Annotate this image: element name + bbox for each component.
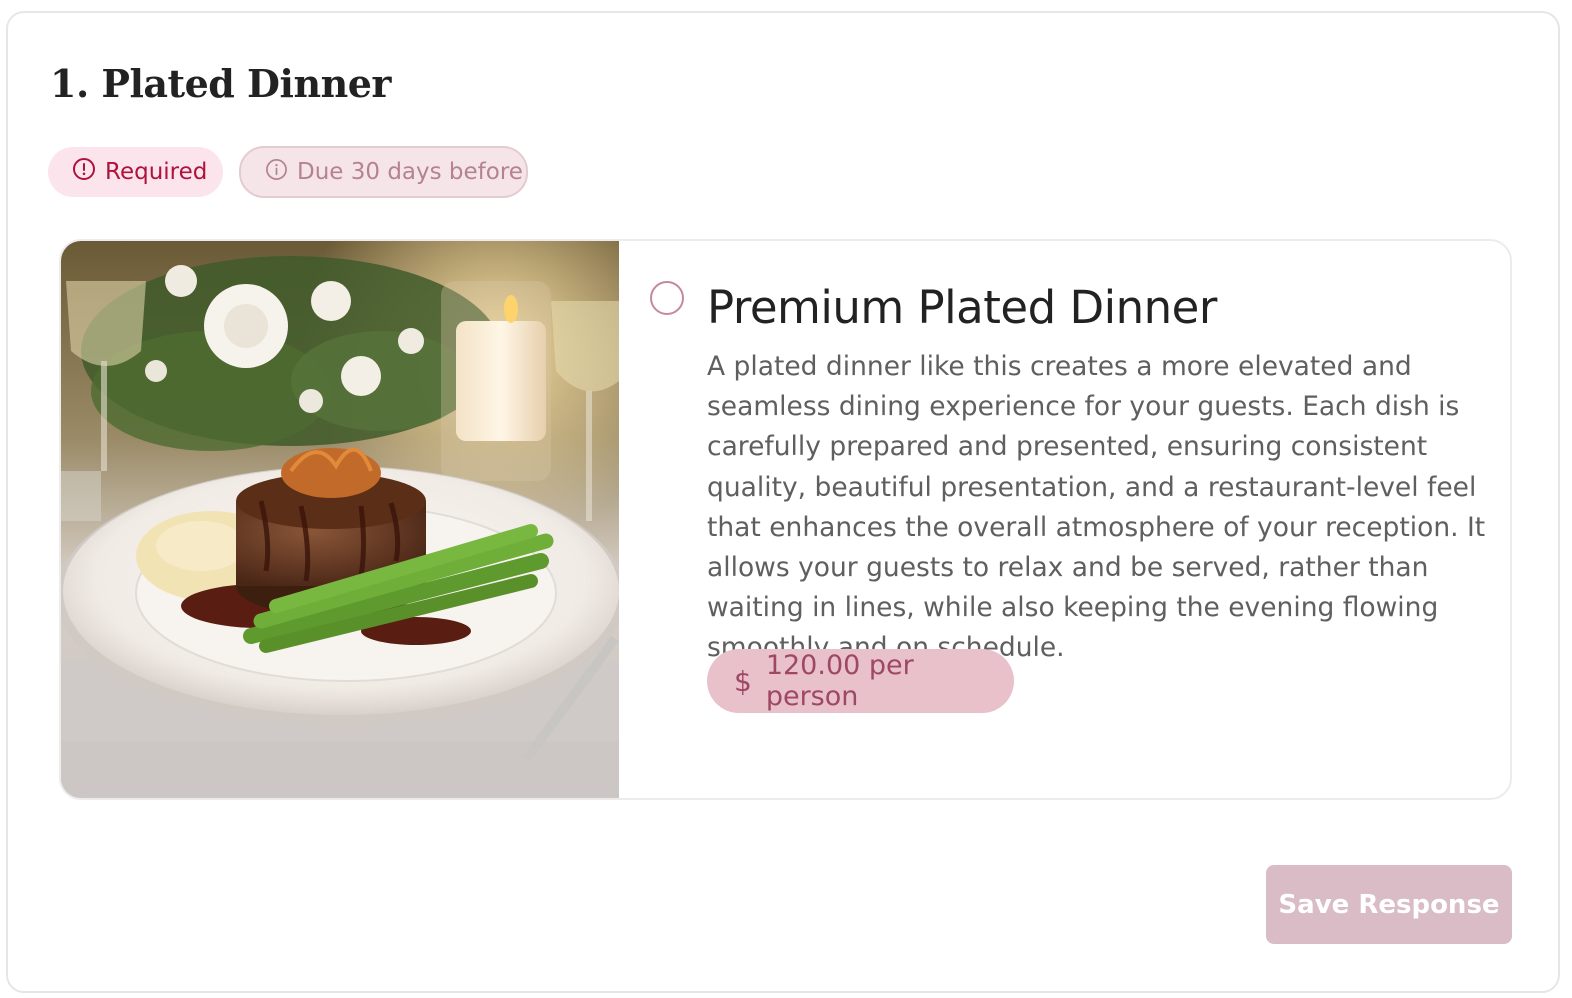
save-response-button[interactable]: Save Response — [1266, 865, 1512, 944]
option-card-premium-plated-dinner[interactable]: Premium Plated Dinner A plated dinner li… — [59, 239, 1512, 800]
info-circle-icon — [265, 158, 297, 187]
option-title: Premium Plated Dinner — [707, 281, 1217, 334]
price-label: 120.00 per person — [765, 650, 914, 712]
price-badge: $ 120.00 per person — [707, 649, 1014, 713]
required-label: Required — [105, 159, 208, 185]
plated-dinner-photo — [61, 241, 619, 798]
due-label: Due 30 days before — [297, 159, 523, 185]
section-title: 1. Plated Dinner — [50, 61, 391, 106]
due-badge: Due 30 days before — [239, 146, 528, 198]
required-badge: Required — [48, 147, 223, 197]
option-radio[interactable] — [650, 281, 684, 315]
alert-circle-icon — [72, 157, 105, 187]
dollar-icon: $ — [734, 664, 752, 698]
option-description: A plated dinner like this creates a more… — [707, 351, 1486, 664]
question-panel: 1. Plated Dinner Required Due 30 days be… — [6, 11, 1560, 993]
